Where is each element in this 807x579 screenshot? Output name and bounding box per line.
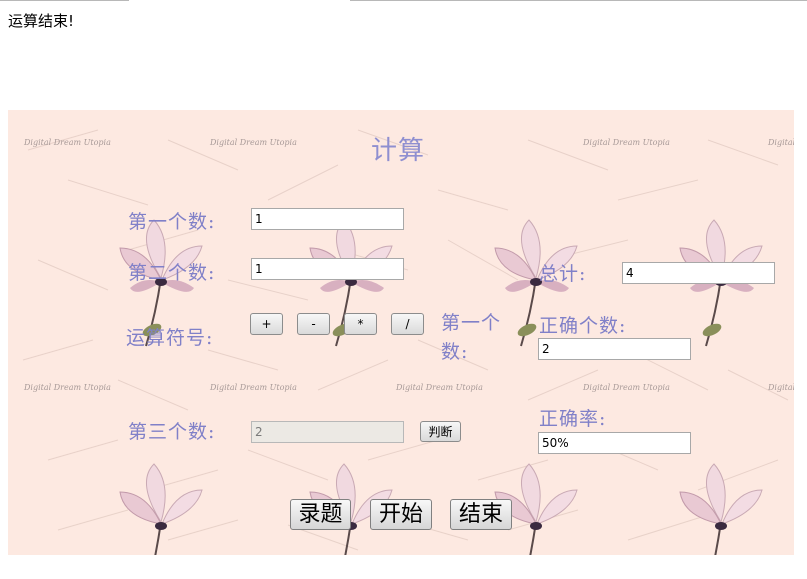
watermark: Digital Dream Utopia [210, 138, 297, 147]
watermark: Digital Dream Utopia [24, 383, 111, 392]
status-message: 运算结束! [8, 12, 75, 30]
watermark: Digital Dream Utopia [768, 383, 794, 392]
magnolia-flower-image [679, 463, 763, 555]
end-button[interactable]: 结束 [450, 499, 512, 530]
accuracy-label: 正确率: [539, 408, 607, 430]
total-label: 总计: [539, 263, 587, 285]
top-border-left [0, 0, 129, 1]
accuracy-input[interactable] [538, 432, 691, 454]
divide-button[interactable]: / [391, 313, 424, 335]
watermark: Digital Dream Utopia [583, 383, 670, 392]
start-button[interactable]: 开始 [370, 499, 432, 530]
watermark: Digital Dream Utopia [396, 383, 483, 392]
second-number-input[interactable] [251, 258, 404, 280]
watermark: Digital Dream Utopia [210, 383, 297, 392]
first-number-label: 第一个数: [128, 211, 216, 233]
calculator-panel: Digital Dream Utopia Digital Dream Utopi… [8, 110, 794, 555]
correct-count-label: 正确个数: [539, 315, 627, 337]
magnolia-flower-image [119, 463, 203, 555]
record-question-button[interactable]: 录题 [290, 499, 351, 530]
watermark: Digital Dream Utopia [24, 138, 111, 147]
correct-count-input[interactable] [538, 338, 691, 360]
first-number-input[interactable] [251, 208, 404, 230]
multiply-button[interactable]: * [344, 313, 377, 335]
second-number-label: 第二个数: [128, 262, 216, 284]
page-title: 计算 [371, 136, 426, 166]
judge-button[interactable]: 判断 [420, 421, 461, 442]
minus-button[interactable]: - [297, 313, 330, 335]
first-count-label: 第一个数: [441, 312, 502, 363]
total-input[interactable] [622, 262, 775, 284]
plus-button[interactable]: + [250, 313, 283, 335]
third-number-input[interactable] [251, 421, 404, 443]
top-border-right [350, 0, 807, 1]
third-number-label: 第三个数: [128, 421, 216, 443]
operator-label: 运算符号: [126, 327, 214, 349]
watermark: Digital Dream Utopia [768, 138, 794, 147]
watermark: Digital Dream Utopia [583, 138, 670, 147]
